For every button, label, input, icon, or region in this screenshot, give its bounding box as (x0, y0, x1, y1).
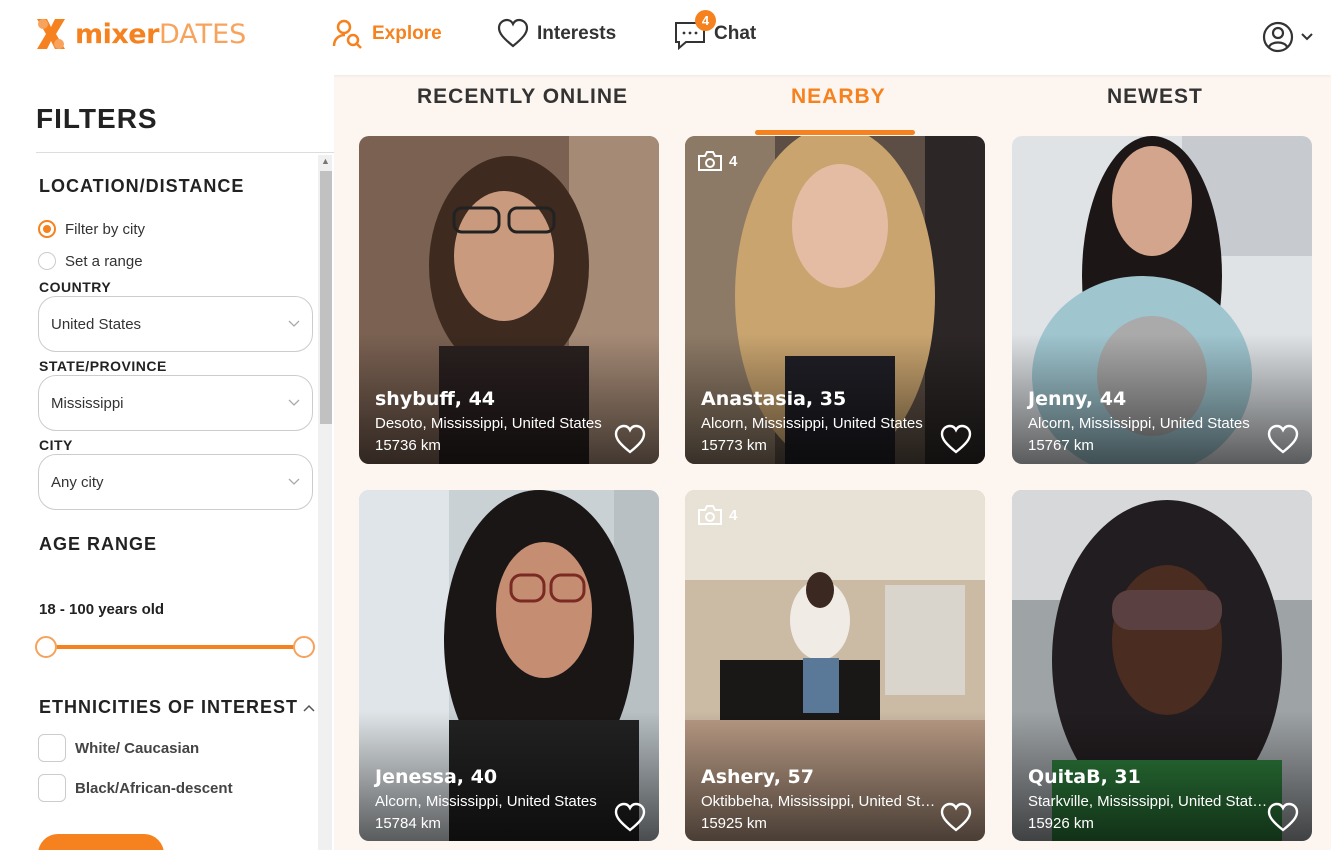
photo-count: 4 (697, 150, 737, 172)
city-value: Any city (51, 473, 104, 491)
country-label: COUNTRY (39, 279, 112, 295)
profile-distance: 15767 km (1028, 437, 1094, 454)
photo-count: 4 (697, 504, 737, 526)
radio-filter-by-city[interactable]: Filter by city (38, 220, 145, 238)
country-value: United States (51, 315, 142, 333)
profile-location: Alcorn, Mississippi, United States (1028, 415, 1250, 432)
radio-label: Filter by city (65, 220, 146, 238)
ethnicity-option-white[interactable]: White/ Caucasian (38, 734, 199, 762)
photo-count-value: 4 (729, 506, 738, 524)
chevron-up-icon (303, 704, 315, 712)
profile-name: Jenny, 44 (1028, 388, 1127, 410)
checkbox[interactable] (38, 734, 66, 762)
profile-name: shybuff, 44 (375, 388, 496, 410)
user-avatar-icon (1262, 21, 1294, 53)
tab-recently-online[interactable]: RECENTLY ONLINE (417, 85, 628, 109)
state-value: Mississippi (51, 394, 124, 412)
logo[interactable]: mixerDATES (33, 15, 246, 53)
city-label: CITY (39, 437, 73, 453)
divider (36, 152, 334, 153)
profile-name: Anastasia, 35 (701, 388, 847, 410)
nav-chat-label: Chat (714, 23, 757, 44)
camera-icon (698, 505, 722, 525)
radio-label: Set a range (65, 252, 143, 270)
explore-icon (332, 19, 362, 49)
profile-distance: 15784 km (375, 815, 441, 832)
chevron-down-icon (288, 320, 300, 327)
top-bar: mixerDATES Explore Interests 4 Chat (0, 0, 1331, 75)
profile-card[interactable]: shybuff, 44 Desoto, Mississippi, United … (359, 136, 659, 464)
photo-count-value: 4 (729, 152, 738, 170)
profile-card[interactable]: Jenessa, 40 Alcorn, Mississippi, United … (359, 490, 659, 841)
heart-icon[interactable] (1266, 424, 1300, 456)
heart-icon[interactable] (939, 424, 973, 456)
nav-interests-label: Interests (537, 23, 617, 44)
profile-distance: 15925 km (701, 815, 767, 832)
user-menu[interactable] (1261, 20, 1313, 54)
filters-title: FILTERS (36, 103, 158, 134)
nav-chat[interactable]: 4 Chat (674, 10, 757, 51)
chat-badge: 4 (695, 10, 716, 31)
profile-name: Ashery, 57 (701, 766, 814, 788)
tab-nearby[interactable]: NEARBY (791, 85, 886, 109)
filters-sidebar: FILTERS ▲ LOCATION/DISTANCE Filter by ci… (0, 75, 334, 850)
ethnicity-label: White/ Caucasian (75, 739, 200, 757)
nav-interests[interactable]: Interests (497, 18, 616, 50)
heart-icon (497, 18, 529, 48)
age-range-value: 18 - 100 years old (39, 601, 165, 618)
age-slider-track[interactable] (46, 645, 304, 649)
radio-set-range[interactable]: Set a range (38, 252, 143, 270)
profile-card[interactable]: 4 Ashery, 57 Oktibbeha, Mississippi, Uni… (685, 490, 985, 841)
profile-distance: 15773 km (701, 437, 767, 454)
profile-distance: 15736 km (375, 437, 441, 454)
profile-location: Starkville, Mississippi, United States (1028, 793, 1268, 810)
chevron-down-icon (288, 478, 300, 485)
city-select[interactable]: Any city (38, 454, 313, 510)
profile-name: Jenessa, 40 (375, 766, 498, 788)
radio-unchecked-icon (38, 252, 56, 270)
radio-checked-icon (38, 220, 56, 238)
profile-card[interactable]: QuitaB, 31 Starkville, Mississippi, Unit… (1012, 490, 1312, 841)
age-slider-max-handle[interactable] (293, 636, 315, 658)
heart-icon[interactable] (613, 802, 647, 834)
camera-icon (698, 151, 722, 171)
state-select[interactable]: Mississippi (38, 375, 313, 431)
state-label: STATE/PROVINCE (39, 358, 167, 374)
chevron-down-icon (288, 399, 300, 406)
country-select[interactable]: United States (38, 296, 313, 352)
nav-explore[interactable]: Explore (332, 18, 442, 50)
heart-icon[interactable] (939, 802, 973, 834)
profile-card[interactable]: Jenny, 44 Alcorn, Mississippi, United St… (1012, 136, 1312, 464)
scrollbar-thumb[interactable] (320, 171, 332, 424)
logo-text: mixerDATES (75, 18, 247, 50)
checkbox[interactable] (38, 774, 66, 802)
ethnicity-label: Black/African-descent (75, 779, 233, 797)
profile-distance: 15926 km (1028, 815, 1094, 832)
heart-icon[interactable] (1266, 802, 1300, 834)
heart-icon[interactable] (613, 424, 647, 456)
nav-explore-label: Explore (372, 23, 442, 44)
age-slider-min-handle[interactable] (35, 636, 57, 658)
active-tab-indicator (755, 130, 915, 135)
apply-filters-button[interactable] (38, 834, 164, 850)
age-range-title: AGE RANGE (39, 534, 158, 554)
profile-name: QuitaB, 31 (1028, 766, 1141, 788)
profile-location: Oktibbeha, Mississippi, United States (701, 793, 941, 810)
profile-location: Alcorn, Mississippi, United States (375, 793, 597, 810)
ethnicities-toggle[interactable]: ETHNICITIES OF INTEREST (39, 697, 315, 718)
ethnicities-title: ETHNICITIES OF INTEREST (39, 697, 299, 717)
logo-x-icon (37, 19, 65, 49)
location-title: LOCATION/DISTANCE (39, 176, 245, 196)
chat-icon-wrap: 4 (674, 10, 716, 51)
tab-newest[interactable]: NEWEST (1107, 85, 1203, 109)
ethnicity-option-black[interactable]: Black/African-descent (38, 774, 233, 802)
profile-location: Desoto, Mississippi, United States (375, 415, 602, 432)
scroll-up-arrow-icon[interactable]: ▲ (321, 156, 330, 166)
chevron-down-icon (1301, 33, 1313, 41)
profile-card[interactable]: 4 Anastasia, 35 Alcorn, Mississippi, Uni… (685, 136, 985, 464)
profile-location: Alcorn, Mississippi, United States (701, 415, 923, 432)
